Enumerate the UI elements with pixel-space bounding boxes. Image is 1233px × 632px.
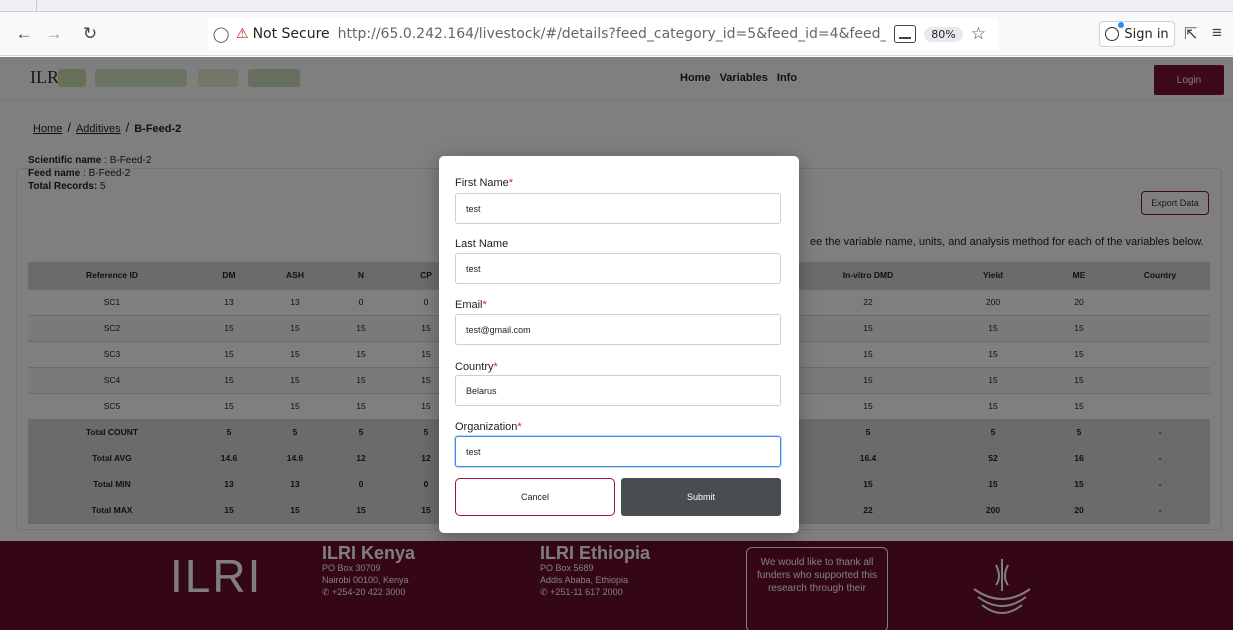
last-name-label: Last Name [455, 238, 509, 250]
required-mark: * [517, 421, 522, 433]
download-icon[interactable] [894, 25, 917, 43]
tab-edge [36, 0, 37, 12]
insecure-lock-icon[interactable]: ⚠ [236, 26, 249, 42]
menu-icon[interactable]: ≡ [1212, 23, 1222, 43]
reload-icon[interactable]: ↻ [78, 22, 102, 46]
shield-icon[interactable]: ◯ [208, 25, 234, 43]
cancel-button[interactable]: Cancel [455, 478, 615, 516]
organization-input[interactable] [455, 436, 781, 467]
last-name-input[interactable] [455, 253, 781, 284]
share-icon[interactable]: ⇱ [1184, 24, 1197, 44]
tab-strip [0, 0, 1233, 12]
user-info-modal: First Name* Last Name Email* Country* Or… [439, 156, 799, 533]
bookmark-star-icon[interactable]: ☆ [971, 24, 986, 44]
organization-label: Organization* [455, 421, 522, 433]
security-label[interactable]: Not Secure [253, 26, 330, 42]
email-label: Email* [455, 299, 487, 311]
first-name-label: First Name* [455, 177, 513, 189]
email-label-text: Email [455, 299, 483, 311]
first-name-input[interactable] [455, 193, 781, 224]
organization-label-text: Organization [455, 421, 518, 433]
first-name-label-text: First Name [455, 177, 509, 189]
required-mark: * [493, 361, 498, 373]
sign-in-button[interactable]: Sign in [1099, 21, 1175, 47]
url-host: http://65.0.242.164 [337, 26, 475, 42]
back-icon[interactable]: ← [12, 22, 36, 46]
address-bar[interactable]: ◯ ⚠ Not Secure http://65.0.242.164/lives… [208, 18, 998, 50]
account-icon [1105, 22, 1125, 41]
required-mark: * [482, 299, 487, 311]
sign-in-label: Sign in [1124, 26, 1169, 42]
email-input[interactable] [455, 314, 781, 345]
country-label-text: Country [455, 361, 494, 373]
browser-toolbar: ← → ↻ ◯ ⚠ Not Secure http://65.0.242.164… [0, 12, 1233, 56]
country-label: Country* [455, 361, 498, 373]
url-text[interactable]: http://65.0.242.164/livestock/#/details?… [338, 26, 887, 42]
required-mark: * [508, 177, 514, 189]
submit-button[interactable]: Submit [621, 478, 781, 516]
forward-icon[interactable]: → [42, 22, 66, 46]
zoom-level[interactable]: 80% [924, 26, 963, 42]
country-input[interactable] [455, 375, 781, 406]
url-path: /livestock/#/details?feed_category_id=5&… [474, 26, 887, 42]
